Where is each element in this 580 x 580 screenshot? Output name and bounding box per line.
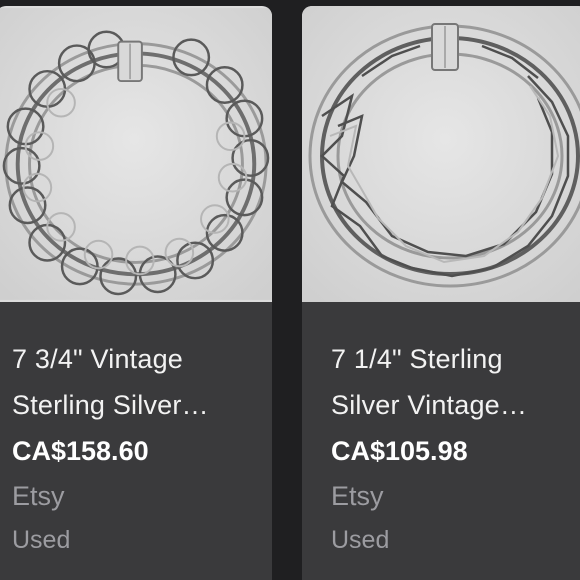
bracelet-photo-icon	[0, 8, 272, 300]
listing-price: CA$158.60	[12, 436, 149, 466]
listing-title-line: 7 1/4" Sterling	[331, 344, 503, 374]
listing-condition: Used	[331, 526, 390, 554]
listing-card[interactable]: 7 3/4" Vintage Sterling Silver… CA$158.6…	[0, 6, 272, 580]
listing-card[interactable]: 7 1/4" Sterling Silver Vintage… CA$105.9…	[302, 6, 580, 580]
listing-seller: Etsy	[331, 481, 384, 511]
listing-title[interactable]: 7 3/4" Vintage Sterling Silver…	[12, 336, 262, 428]
listing-grid: 7 3/4" Vintage Sterling Silver… CA$158.6…	[0, 0, 580, 580]
listing-info: 7 1/4" Sterling Silver Vintage… CA$105.9…	[302, 302, 580, 580]
listing-title[interactable]: 7 1/4" Sterling Silver Vintage…	[331, 336, 580, 428]
bracelet-photo-icon	[302, 6, 580, 302]
listing-title-line: Silver Vintage…	[331, 390, 528, 420]
product-image[interactable]	[302, 6, 580, 302]
listing-price: CA$105.98	[331, 436, 468, 466]
product-image[interactable]	[0, 6, 272, 302]
listing-seller: Etsy	[12, 481, 65, 511]
listing-condition: Used	[12, 526, 71, 554]
listing-title-line: 7 3/4" Vintage	[12, 344, 184, 374]
listing-title-line: Sterling Silver…	[12, 390, 209, 420]
listing-info: 7 3/4" Vintage Sterling Silver… CA$158.6…	[0, 302, 272, 580]
card-gutter	[283, 0, 302, 580]
